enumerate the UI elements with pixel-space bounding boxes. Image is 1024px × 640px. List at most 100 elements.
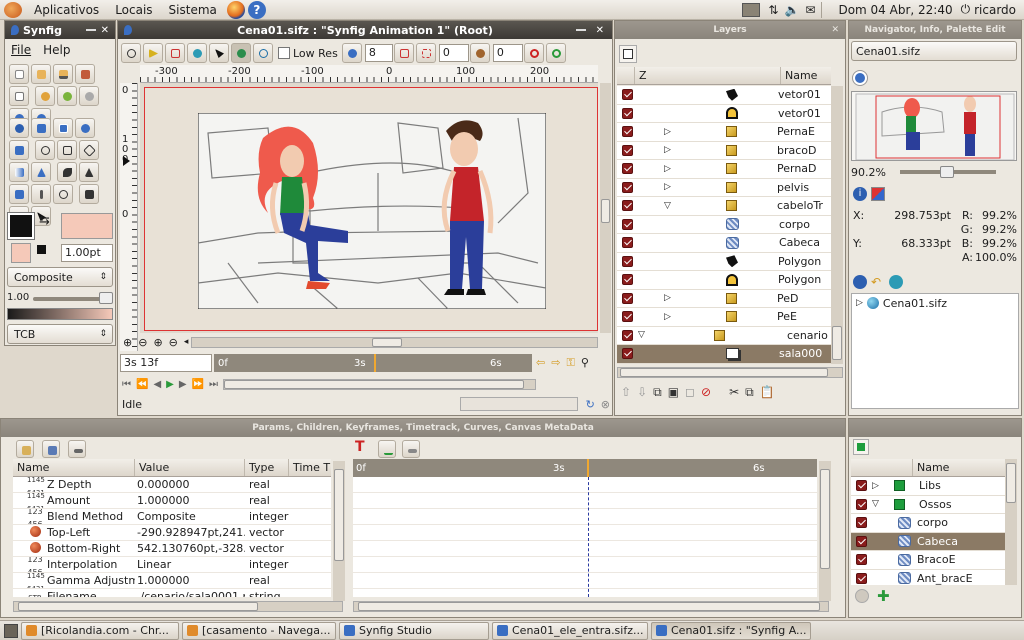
layer-row[interactable]: ▷ PeD [617, 290, 831, 308]
menu-places[interactable]: Locais [107, 3, 160, 17]
curves-tab-icon[interactable] [378, 440, 396, 458]
open-file-icon[interactable] [31, 64, 51, 84]
save-icon[interactable] [53, 64, 73, 84]
layer-visibility-checkbox[interactable] [622, 311, 633, 323]
layer-row[interactable]: ▷ pelvis [617, 179, 831, 197]
save-all-icon[interactable] [9, 86, 29, 106]
navigator-tab-icon[interactable] [852, 70, 868, 86]
keyframe-lock-icon[interactable] [231, 43, 251, 63]
info-tab-icon[interactable]: i [853, 187, 867, 201]
show-guides-icon[interactable] [143, 43, 163, 63]
swap-colors-icon[interactable]: ⇆ [39, 213, 50, 228]
eyedrop-tool-icon[interactable] [31, 184, 51, 204]
layer-visibility-checkbox[interactable] [622, 144, 633, 156]
library-visibility-checkbox[interactable] [856, 535, 867, 547]
layers-hscrollbar[interactable] [617, 367, 843, 378]
raise-layer-icon[interactable]: ⇧ [621, 385, 631, 400]
params-col-timetrack[interactable]: Time T [289, 459, 331, 476]
user-name[interactable]: ricardo [970, 3, 1024, 17]
library-scrollbar[interactable] [1005, 459, 1017, 585]
layer-row[interactable]: vetor01 [617, 105, 831, 123]
firefox-icon[interactable] [226, 0, 245, 19]
screen-icon[interactable] [742, 2, 761, 17]
layer-visibility-checkbox[interactable] [622, 163, 633, 175]
history-tab-icon[interactable]: ↶ [871, 275, 885, 289]
param-value[interactable]: 542.130760pt,-328.6007 [135, 542, 245, 555]
scale-tool-icon[interactable] [53, 118, 73, 138]
next-frame-icon[interactable]: ▶ [179, 379, 187, 390]
minimize-icon[interactable] [576, 29, 586, 31]
layer-visibility-checkbox[interactable] [622, 348, 633, 360]
setup-icon[interactable] [78, 86, 99, 106]
library-row[interactable]: Cabeca [851, 532, 1005, 551]
timetrack-tab-icon[interactable]: T [355, 439, 373, 457]
mirror-tool-icon[interactable] [9, 140, 29, 160]
library-row[interactable]: ▽ Ossos [851, 496, 1005, 514]
layer-row[interactable]: Polygon [617, 271, 831, 290]
show-desktop-icon[interactable] [4, 623, 18, 638]
timetrack-hscrollbar[interactable] [353, 601, 829, 612]
redo-icon[interactable] [56, 86, 77, 106]
help-icon[interactable]: ? [247, 0, 266, 19]
layer-row[interactable]: ▷ PernaE [617, 123, 831, 142]
timetrack-area[interactable] [353, 477, 817, 597]
param-value[interactable]: Linear [135, 558, 245, 571]
time-scroll-thumb[interactable] [224, 379, 525, 389]
timetrack-header[interactable]: 0f 3s 6s [353, 459, 817, 477]
library-visibility-checkbox[interactable] [856, 480, 867, 492]
expand-right-icon[interactable]: ▷ [664, 293, 678, 303]
time-slider[interactable]: 0f 3s 6s [214, 354, 532, 372]
zoom-100-icon[interactable]: ⊖ [169, 336, 178, 349]
gradient-tool-icon[interactable] [9, 162, 29, 182]
encapsulate-layer-icon[interactable]: ▣ [668, 385, 679, 400]
expand-right-icon[interactable]: ▷ [664, 182, 678, 192]
expand-down-icon[interactable]: ▽ [638, 330, 652, 340]
navigator-preview[interactable] [851, 91, 1017, 161]
seek-begin-icon[interactable]: ⏮ [122, 379, 131, 390]
onion-skin-icon[interactable] [187, 43, 207, 63]
opacity-slider[interactable] [33, 297, 105, 301]
close-icon[interactable]: ✕ [596, 25, 604, 36]
canvas-vscrollbar[interactable] [600, 83, 611, 333]
layer-visibility-checkbox[interactable] [622, 107, 633, 119]
layer-row[interactable]: sala000 [617, 345, 831, 364]
param-row[interactable]: 1145 6431 Z Depth 0.000000 real [13, 477, 331, 493]
param-row[interactable]: Bottom-Right 542.130760pt,-328.6007 vector [13, 541, 331, 557]
refresh-render-icon[interactable]: ↻ [586, 398, 595, 411]
taskbar-window-button[interactable]: Cena01_ele_entra.sifz... [492, 621, 648, 640]
layer-visibility-checkbox[interactable] [622, 218, 633, 230]
library-visibility-checkbox[interactable] [856, 517, 867, 529]
layer-visibility-checkbox[interactable] [622, 274, 633, 286]
keyframes-tab-icon[interactable] [68, 440, 86, 458]
clock[interactable]: Dom 04 Abr, 22:40 [830, 3, 960, 17]
future-onion-input[interactable]: 0 [492, 44, 523, 62]
layer-visibility-checkbox[interactable] [622, 89, 633, 101]
rectangle-tool-icon[interactable] [56, 140, 77, 160]
low-res-checkbox[interactable] [278, 47, 290, 59]
cut-icon[interactable]: ✂ [729, 385, 739, 400]
expand-right-icon[interactable]: ▷ [856, 298, 863, 308]
zoom-tool-icon[interactable] [53, 184, 73, 204]
render-icon[interactable] [523, 43, 544, 63]
layer-row[interactable]: corpo [617, 216, 831, 234]
library-col-name[interactable]: Name [913, 459, 1005, 476]
onion-icon[interactable] [469, 43, 490, 63]
close-icon[interactable]: ✕ [101, 25, 109, 36]
play-icon[interactable]: ▶ [166, 379, 174, 390]
palette-tab-icon[interactable] [871, 187, 885, 201]
delete-layer-icon[interactable]: ⊘ [701, 385, 711, 400]
ubuntu-logo-icon[interactable] [4, 1, 22, 18]
expand-right-icon[interactable]: ▷ [664, 127, 678, 137]
lower-layer-icon[interactable]: ⇩ [637, 385, 647, 400]
hscroll-thumb[interactable] [372, 337, 403, 347]
vscroll-thumb[interactable] [601, 199, 610, 223]
param-row[interactable]: 11456431Gamma Adjustment1.000000 real [13, 573, 331, 589]
layer-row[interactable]: Cabeca [617, 234, 831, 253]
layers-tab[interactable] [619, 45, 637, 63]
library-row[interactable]: ▷ Libs [851, 477, 1005, 496]
expand-right-icon[interactable]: ▷ [664, 145, 678, 155]
param-row[interactable]: 123 456 Blend Method Composite integer [13, 509, 331, 525]
params-col-type[interactable]: Type [245, 459, 289, 476]
layers-col-name[interactable]: Name [781, 67, 831, 84]
layer-visibility-checkbox[interactable] [622, 329, 633, 341]
